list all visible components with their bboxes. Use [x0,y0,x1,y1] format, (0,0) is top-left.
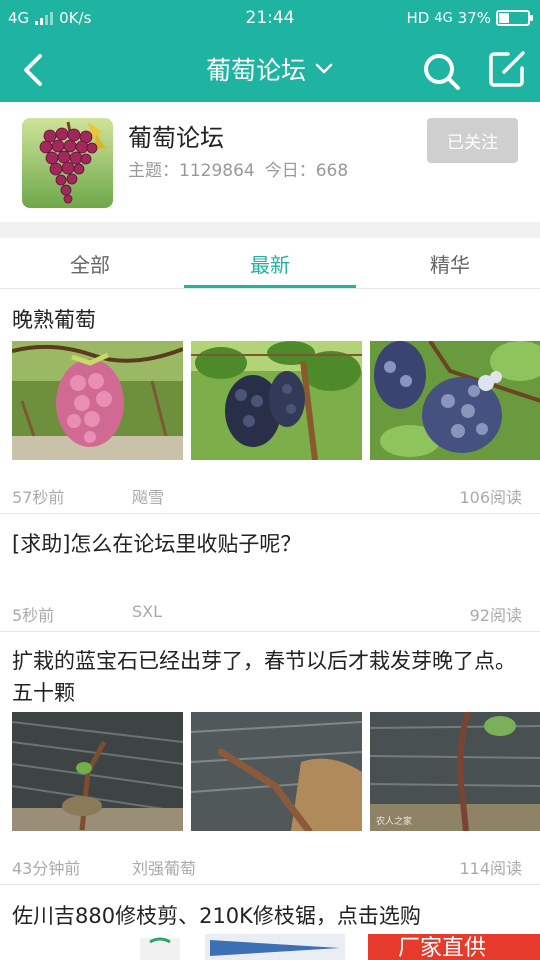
post-author[interactable]: 飚雪 [132,484,164,508]
follow-button[interactable]: 已关注 [427,118,518,163]
page-title[interactable]: 葡萄论坛 [206,51,306,87]
today-count: 今日：668 [264,161,349,181]
app-bar: 葡萄论坛 [0,36,540,102]
post-title: 扩栽的蓝宝石已经出芽了，春节以后才栽发芽晚了点。五十颗 [12,649,516,705]
post-image[interactable] [191,341,362,460]
post-images: 农人之家 [12,712,540,831]
post-reads: 106阅读 [459,488,522,507]
post-item[interactable]: [求助]怎么在论坛里收贴子呢？ 5秒前 SXL 92阅读 [0,515,540,632]
post-time: 57秒前 [12,488,65,507]
post-image[interactable] [370,341,540,460]
chevron-down-icon[interactable] [314,59,334,79]
topics-count: 主题：1129864 [128,161,255,181]
ad-banner-text: 厂家直供 [398,936,487,960]
ad-banner[interactable]: 厂家直供 [0,934,540,960]
ad-item[interactable]: 佐川吉880修枝剪、210K修枝锯，点击选购 厂家直供 [0,886,540,960]
post-time: 43分钟前 [12,859,81,878]
status-right: HD 4G 37% [406,0,533,36]
post-image[interactable] [191,712,362,831]
status-bar: 4G 0K/s 21:44 HD 4G 37% [0,0,540,36]
post-time: 5秒前 [12,606,55,625]
tab-bar: 全部 最新 精华 [0,238,540,289]
post-image[interactable] [12,712,183,831]
post-images [12,341,540,460]
post-item[interactable]: 扩栽的蓝宝石已经出芽了，春节以后才栽发芽晚了点。五十颗 农人之家 43分钟前 刘… [0,633,540,885]
forum-avatar [22,118,113,208]
compose-icon[interactable] [486,48,528,90]
battery-icon [496,10,533,26]
post-title: [求助]怎么在论坛里收贴子呢？ [12,532,302,556]
ad-title: 佐川吉880修枝剪、210K修枝锯，点击选购 [12,904,421,928]
tab-latest[interactable]: 最新 [180,238,360,288]
search-icon[interactable] [420,50,462,92]
post-reads: 92阅读 [469,606,522,625]
tab-all[interactable]: 全部 [0,238,180,288]
section-divider [0,222,540,238]
post-reads: 114阅读 [459,859,522,878]
post-author[interactable]: 刘强葡萄 [132,855,196,879]
post-author[interactable]: SXL [132,602,162,621]
grape-logo-icon [22,118,113,208]
battery-percent: 37% [457,9,491,27]
post-title: 晚熟葡萄 [12,308,96,332]
post-image[interactable]: 农人之家 [370,712,540,831]
network-type: 4G [434,10,453,26]
post-image[interactable] [12,341,183,460]
forum-header: 葡萄论坛 主题：1129864 今日：668 已关注 [0,102,540,222]
tab-featured[interactable]: 精华 [360,238,540,288]
forum-stats: 主题：1129864 今日：668 [128,156,348,181]
battery-fill [499,13,509,23]
hd-label: HD [406,9,430,27]
watermark: 农人之家 [376,815,412,827]
back-icon[interactable] [14,50,54,90]
forum-name: 葡萄论坛 [128,124,224,152]
post-item[interactable]: 晚熟葡萄 57秒前 飚雪 106阅读 [0,290,540,514]
